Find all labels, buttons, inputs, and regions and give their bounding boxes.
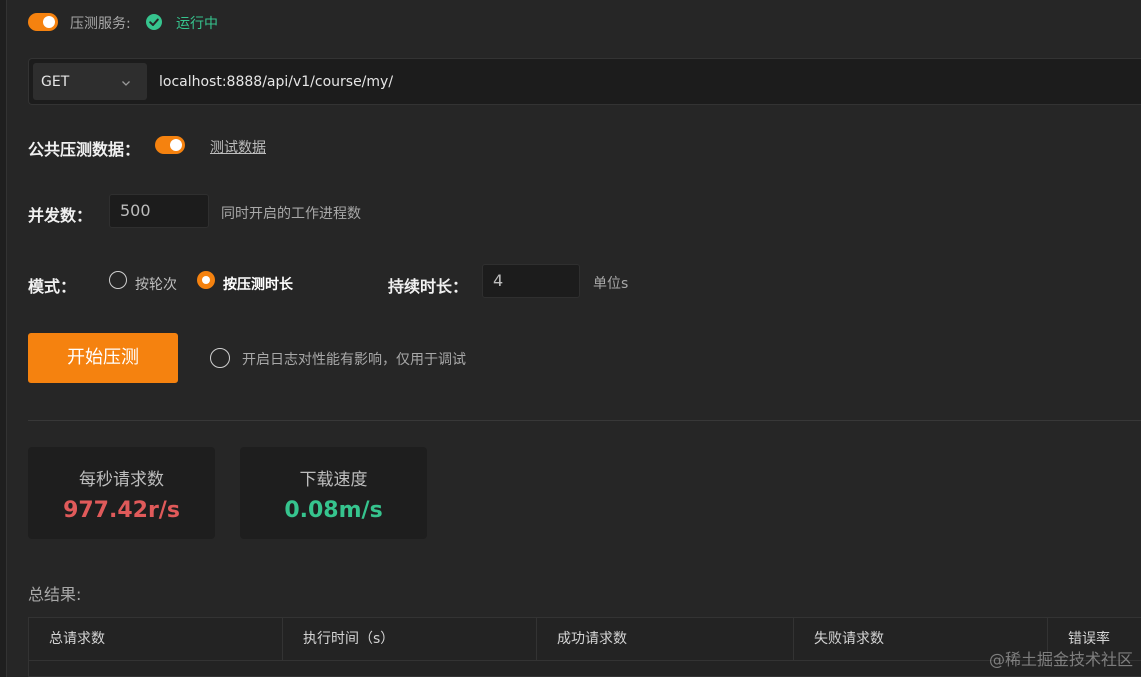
results-table: 总请求数 执行时间（s） 成功请求数 失败请求数 错误率	[28, 617, 1141, 677]
log-option-label: 开启日志对性能有影响，仅用于调试	[242, 352, 466, 368]
test-data-link[interactable]: 测试数据	[210, 137, 266, 157]
service-toggle[interactable]	[28, 13, 58, 31]
stat-card-download: 下载速度 0.08m/s	[240, 447, 427, 539]
stat-value: 977.42r/s	[63, 498, 180, 523]
radio-by-rounds[interactable]	[109, 271, 127, 289]
stat-card-rps: 每秒请求数 977.42r/s	[28, 447, 215, 539]
left-panel-edge	[0, 0, 7, 677]
radio-by-duration-label: 按压测时长	[223, 277, 293, 293]
duration-label: 持续时长：	[388, 277, 469, 296]
concurrency-input[interactable]: 500	[109, 194, 209, 228]
column-header: 总请求数	[29, 618, 283, 660]
duration-input[interactable]: 4	[482, 264, 580, 298]
service-status: 运行中	[176, 16, 218, 32]
check-circle-icon	[146, 14, 162, 30]
log-toggle-radio[interactable]	[210, 348, 230, 368]
radio-by-duration[interactable]	[197, 271, 215, 289]
service-label: 压测服务:	[70, 16, 131, 32]
column-header: 成功请求数	[537, 618, 794, 660]
watermark: @稀土掘金技术社区	[988, 650, 1133, 669]
row-divider	[29, 660, 1141, 661]
public-data-label: 公共压测数据：	[28, 140, 141, 159]
method-value: GET	[41, 74, 70, 90]
column-header: 执行时间（s）	[283, 618, 537, 660]
results-title: 总结果:	[28, 585, 82, 604]
duration-unit: 单位s	[593, 276, 629, 292]
divider	[28, 420, 1141, 421]
concurrency-hint: 同时开启的工作进程数	[221, 206, 361, 222]
start-load-test-button[interactable]: 开始压测	[28, 333, 178, 383]
url-input[interactable]: localhost:8888/api/v1/course/my/	[159, 74, 393, 90]
concurrency-label: 并发数：	[28, 206, 93, 225]
public-data-toggle[interactable]	[155, 136, 185, 154]
radio-by-rounds-label: 按轮次	[135, 277, 177, 293]
chevron-down-icon	[120, 74, 132, 93]
mode-label: 模式：	[28, 277, 77, 296]
stat-title: 下载速度	[299, 470, 368, 490]
stat-value: 0.08m/s	[284, 498, 383, 523]
stat-title: 每秒请求数	[79, 470, 164, 490]
